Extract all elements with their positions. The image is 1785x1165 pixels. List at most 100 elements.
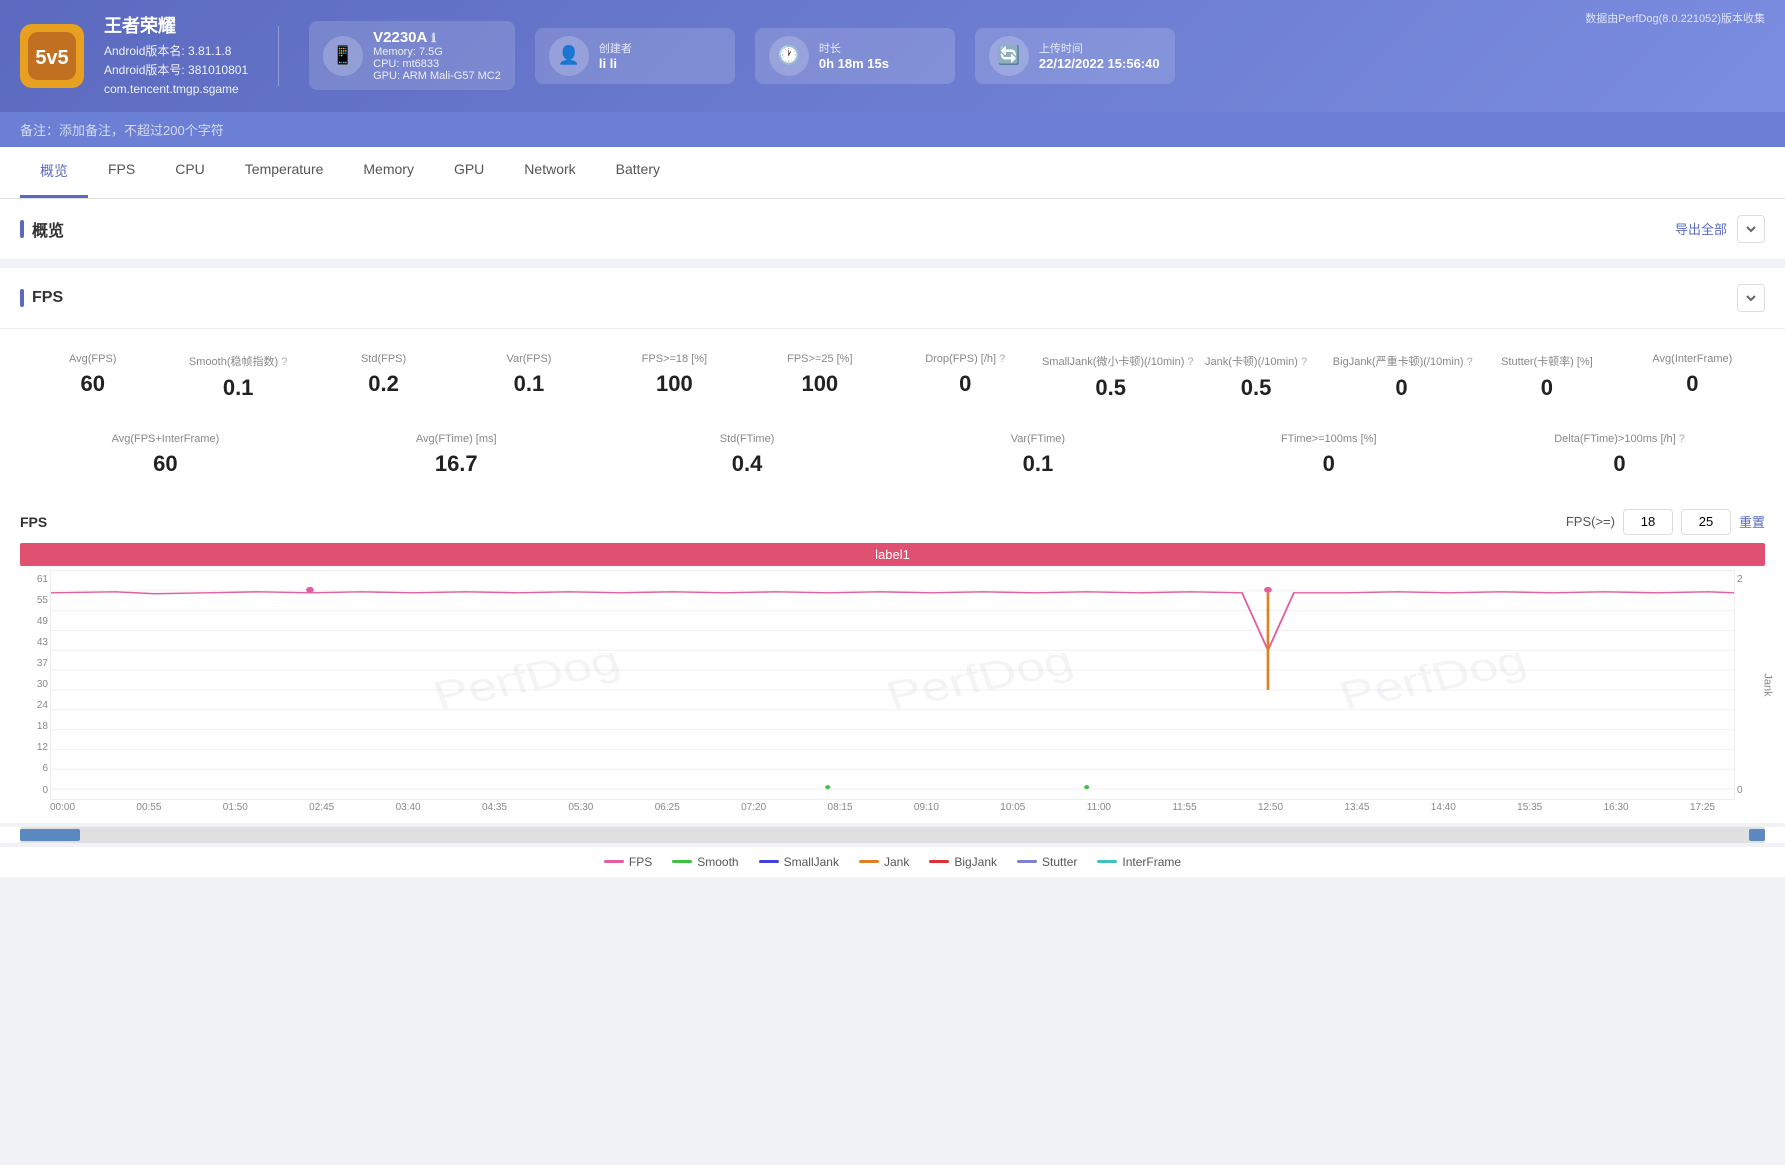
duration-value: 0h 18m 15s [819, 56, 889, 71]
upload-time-icon: 🔄 [989, 36, 1029, 76]
legend-label: SmallJank [784, 855, 839, 869]
x-axis-tick: 05:30 [568, 802, 593, 813]
fps-stat-item: Drop(FPS) [/h] ?0 [893, 345, 1038, 409]
duration-icon: 🕐 [769, 36, 809, 76]
x-axis-tick: 11:55 [1172, 802, 1196, 813]
fps-stat-item: Std(FTime)0.4 [602, 425, 893, 485]
fps-chart-label: FPS [20, 514, 47, 530]
legend-item: BigJank [929, 855, 997, 869]
fps-stat-item: Avg(InterFrame)0 [1620, 345, 1765, 409]
app-icon: 5v5 [20, 24, 84, 88]
duration-label: 时长 [819, 40, 889, 56]
nav-item-cpu[interactable]: CPU [155, 147, 225, 198]
svg-text:PerfDog: PerfDog [880, 637, 1079, 718]
x-axis-tick: 00:00 [50, 802, 75, 813]
overview-title: 概览 [20, 217, 64, 241]
app-android-version: Android版本号: 381010801 [104, 61, 248, 80]
legend-item: SmallJank [759, 855, 839, 869]
nav-item-memory[interactable]: Memory [343, 147, 434, 198]
x-axis-tick: 09:10 [914, 802, 939, 813]
upload-time-card: 🔄 上传时间 22/12/2022 15:56:40 [975, 28, 1175, 84]
device-icon: 📱 [323, 36, 363, 76]
legend-label: Stutter [1042, 855, 1077, 869]
device-model: V2230A [373, 29, 427, 46]
nav-item-network[interactable]: Network [504, 147, 595, 198]
x-axis-tick: 10:05 [1000, 802, 1025, 813]
app-package: com.tencent.tmgp.sgame [104, 80, 248, 99]
fps-25-input[interactable] [1681, 509, 1731, 535]
legend-color [859, 860, 879, 863]
y-axis-left: 61 55 49 43 37 30 24 18 12 6 0 [20, 570, 50, 800]
legend-item: Jank [859, 855, 909, 869]
x-axis-tick: 11:00 [1087, 802, 1111, 813]
nav: 概览 FPS CPU Temperature Memory GPU Networ… [0, 147, 1785, 199]
chart-scrollbar-thumb[interactable] [20, 829, 80, 841]
x-axis-tick: 17:25 [1690, 802, 1715, 813]
x-axis-tick: 07:20 [741, 802, 766, 813]
nav-item-battery[interactable]: Battery [596, 147, 680, 198]
export-all-button[interactable]: 导出全部 [1675, 219, 1727, 238]
fps-stat-item: SmallJank(微小卡顿)(/10min) ?0.5 [1038, 345, 1183, 409]
fps-stat-item: Var(FPS)0.1 [456, 345, 601, 409]
fps-stat-item: Std(FPS)0.2 [311, 345, 456, 409]
legend-color [759, 860, 779, 863]
fps-18-input[interactable] [1623, 509, 1673, 535]
app-info: 王者荣耀 Android版本名: 3.81.1.8 Android版本号: 38… [104, 12, 248, 100]
nav-item-fps[interactable]: FPS [88, 147, 155, 198]
legend-color [672, 860, 692, 863]
fps-stat-item: FPS>=25 [%]100 [747, 345, 892, 409]
chart-legend: FPSSmoothSmallJankJankBigJankStutterInte… [0, 847, 1785, 877]
legend-color [1097, 860, 1117, 863]
x-axis-tick: 04:35 [482, 802, 507, 813]
legend-item: Stutter [1017, 855, 1077, 869]
fps-reset-button[interactable]: 重置 [1739, 512, 1765, 531]
x-axis-tick: 06:25 [655, 802, 680, 813]
legend-label: FPS [629, 855, 652, 869]
overview-collapse-button[interactable] [1737, 215, 1765, 243]
nav-item-temperature[interactable]: Temperature [225, 147, 344, 198]
fps-chart-svg-container: PerfDog PerfDog PerfDog [50, 570, 1735, 800]
header-divider [278, 26, 279, 86]
creator-card: 👤 创建者 li li [535, 28, 735, 84]
legend-label: Jank [884, 855, 909, 869]
fps-threshold-controls: FPS(>=) 重置 [1566, 509, 1765, 535]
svg-text:5v5: 5v5 [35, 47, 68, 69]
fps-threshold-label: FPS(>=) [1566, 514, 1615, 529]
fps-stat-item: Delta(FTime)>100ms [/h] ?0 [1474, 425, 1765, 485]
fps-stat-item: Smooth(稳帧指数) ?0.1 [165, 345, 310, 409]
svg-text:PerfDog: PerfDog [427, 637, 626, 718]
chart-series-label: label1 [20, 543, 1765, 566]
fps-stat-item: Avg(FPS)60 [20, 345, 165, 409]
legend-color [1017, 860, 1037, 863]
x-axis-tick: 16:30 [1604, 802, 1629, 813]
x-axis-tick: 08:15 [828, 802, 853, 813]
fps-stat-item: FPS>=18 [%]100 [602, 345, 747, 409]
svg-text:PerfDog: PerfDog [1333, 637, 1532, 718]
notes-bar: 备注：添加备注，不超过200个字符 [0, 112, 1785, 147]
legend-item: FPS [604, 855, 652, 869]
legend-color [604, 860, 624, 863]
legend-item: InterFrame [1097, 855, 1181, 869]
x-axis: 00:0000:5501:5002:4503:4004:3505:3006:25… [20, 800, 1765, 815]
fps-stat-item: Jank(卡顿)(/10min) ?0.5 [1183, 345, 1328, 409]
x-axis-tick: 15:35 [1517, 802, 1542, 813]
legend-label: BigJank [954, 855, 997, 869]
fps-stat-item: BigJank(严重卡顿)(/10min) ?0 [1329, 345, 1474, 409]
chart-scrollbar[interactable] [20, 827, 1765, 843]
device-cpu: CPU: mt6833 [373, 58, 501, 70]
creator-label: 创建者 [599, 40, 632, 56]
fps-collapse-button[interactable] [1737, 284, 1765, 312]
device-card: 📱 V2230A ℹ Memory: 7.5G CPU: mt6833 GPU:… [309, 21, 515, 90]
device-memory: Memory: 7.5G [373, 46, 501, 58]
nav-item-overview[interactable]: 概览 [20, 147, 88, 198]
x-axis-tick: 02:45 [309, 802, 334, 813]
fps-stat-item: FTime>=100ms [%]0 [1183, 425, 1474, 485]
device-info-icon[interactable]: ℹ [431, 31, 436, 45]
chart-scrollbar-container [0, 827, 1785, 843]
legend-color [929, 860, 949, 863]
fps-stat-item: Stutter(卡顿率) [%]0 [1474, 345, 1619, 409]
chart-area: 61 55 49 43 37 30 24 18 12 6 0 [20, 570, 1765, 800]
nav-item-gpu[interactable]: GPU [434, 147, 504, 198]
chart-scrollbar-thumb-right[interactable] [1749, 829, 1765, 841]
x-axis-tick: 13:45 [1344, 802, 1369, 813]
